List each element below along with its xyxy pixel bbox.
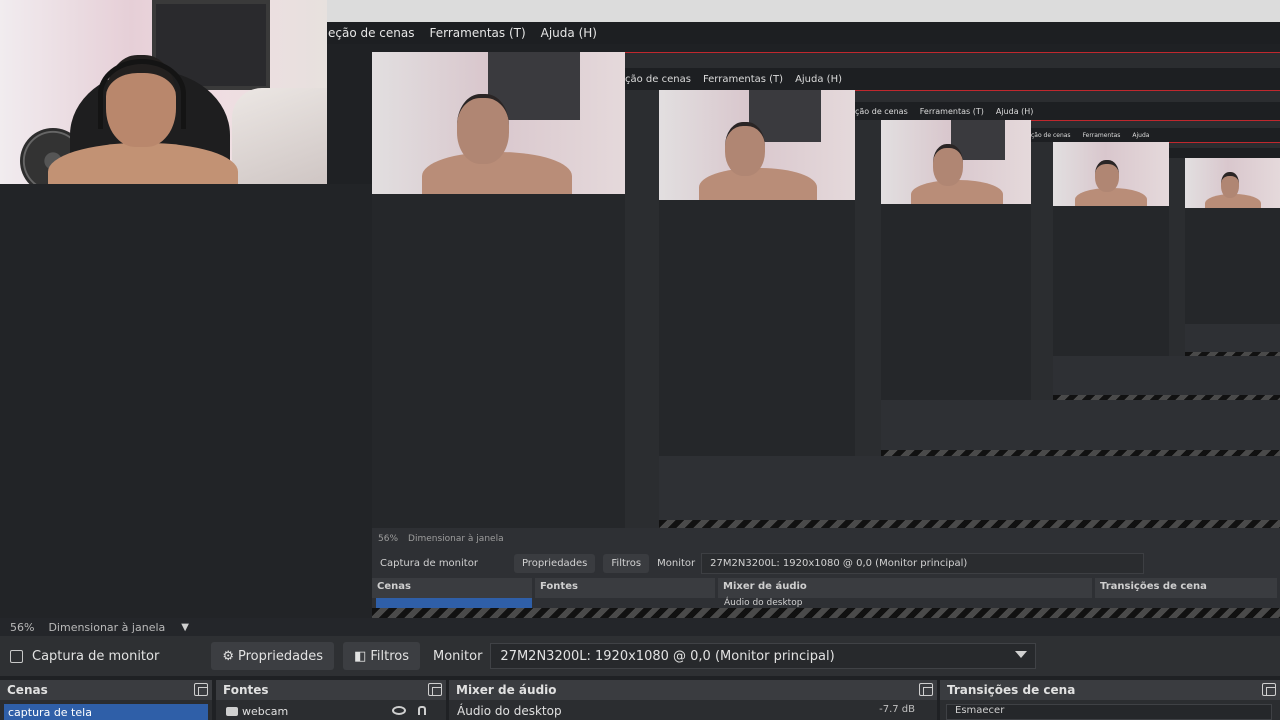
background-bed [232, 88, 327, 184]
monitor-label: Monitor [433, 648, 483, 664]
streamer [48, 55, 238, 184]
menu-bar: eção de cenas Ferramentas (T) Ajuda (H) [326, 22, 1280, 44]
scenes-dock: Cenas captura de tela [0, 680, 212, 720]
scale-mode[interactable]: Dimensionar à janela [48, 621, 165, 634]
float-dock-icon[interactable] [428, 683, 442, 696]
webcam-overlay [0, 0, 327, 184]
channel-name: Áudio do desktop [457, 704, 562, 718]
transitions-dock: Transições de cena Esmaecer [940, 680, 1280, 720]
audio-mixer-dock: Mixer de áudio Áudio do desktop -7.7 dB [449, 680, 937, 720]
source-item[interactable]: webcam [216, 700, 446, 718]
properties-button[interactable]: ⚙ Propriedades [211, 642, 335, 670]
monitor-capture-icon [10, 649, 23, 663]
menu-tools[interactable]: Ferramentas (T) [430, 26, 526, 40]
source-toolbar: Captura de monitor ⚙ Propriedades ◧ Filt… [0, 636, 1280, 676]
monitor-select[interactable]: 27M2N3200L: 1920x1080 @ 0,0 (Monitor pri… [490, 643, 1037, 669]
chevron-down-icon [1015, 651, 1028, 658]
lock-icon[interactable] [418, 706, 426, 715]
mixer-channel: Áudio do desktop -7.7 dB [449, 700, 937, 718]
transition-select[interactable]: Esmaecer [946, 704, 1272, 720]
float-dock-icon[interactable] [919, 683, 933, 696]
filter-icon: ◧ [354, 648, 367, 664]
preview-canvas[interactable] [0, 184, 372, 618]
headset-icon [98, 59, 186, 129]
float-dock-icon[interactable] [194, 683, 208, 696]
webcam-thumbnail [372, 52, 625, 194]
menu-help[interactable]: Ajuda (H) [541, 26, 597, 40]
dock-area: Cenas captura de tela Fontes webcam Mixe… [0, 680, 1280, 720]
gear-icon: ⚙ [222, 648, 234, 664]
recursive-preview-level-2: ção de cenas Ferramentas (T) Ajuda (H) ção… [625, 68, 1280, 528]
preview-statusbar: 56% Dimensionar à janela ▼ [0, 618, 1280, 636]
filters-button[interactable]: ◧ Filtros [343, 642, 420, 670]
recursive-preview-level-1: 56% Dimensionar à janela Captura de monit… [372, 52, 1280, 618]
eye-icon[interactable] [392, 706, 406, 715]
sources-dock: Fontes webcam [216, 680, 446, 720]
selected-source-label: Captura de monitor [32, 648, 160, 664]
scenes-title: Cenas [7, 683, 48, 697]
camera-icon [226, 707, 238, 716]
float-dock-icon[interactable] [1262, 683, 1276, 696]
scene-item[interactable]: captura de tela [4, 704, 208, 720]
channel-level: -7.7 dB [879, 704, 915, 715]
sources-title: Fontes [223, 683, 269, 697]
transitions-title: Transições de cena [947, 683, 1076, 697]
mixer-title: Mixer de áudio [456, 683, 557, 697]
chevron-down-icon[interactable]: ▼ [181, 622, 189, 633]
menu-scene-collection[interactable]: eção de cenas [328, 26, 415, 40]
zoom-level: 56% [10, 620, 35, 634]
